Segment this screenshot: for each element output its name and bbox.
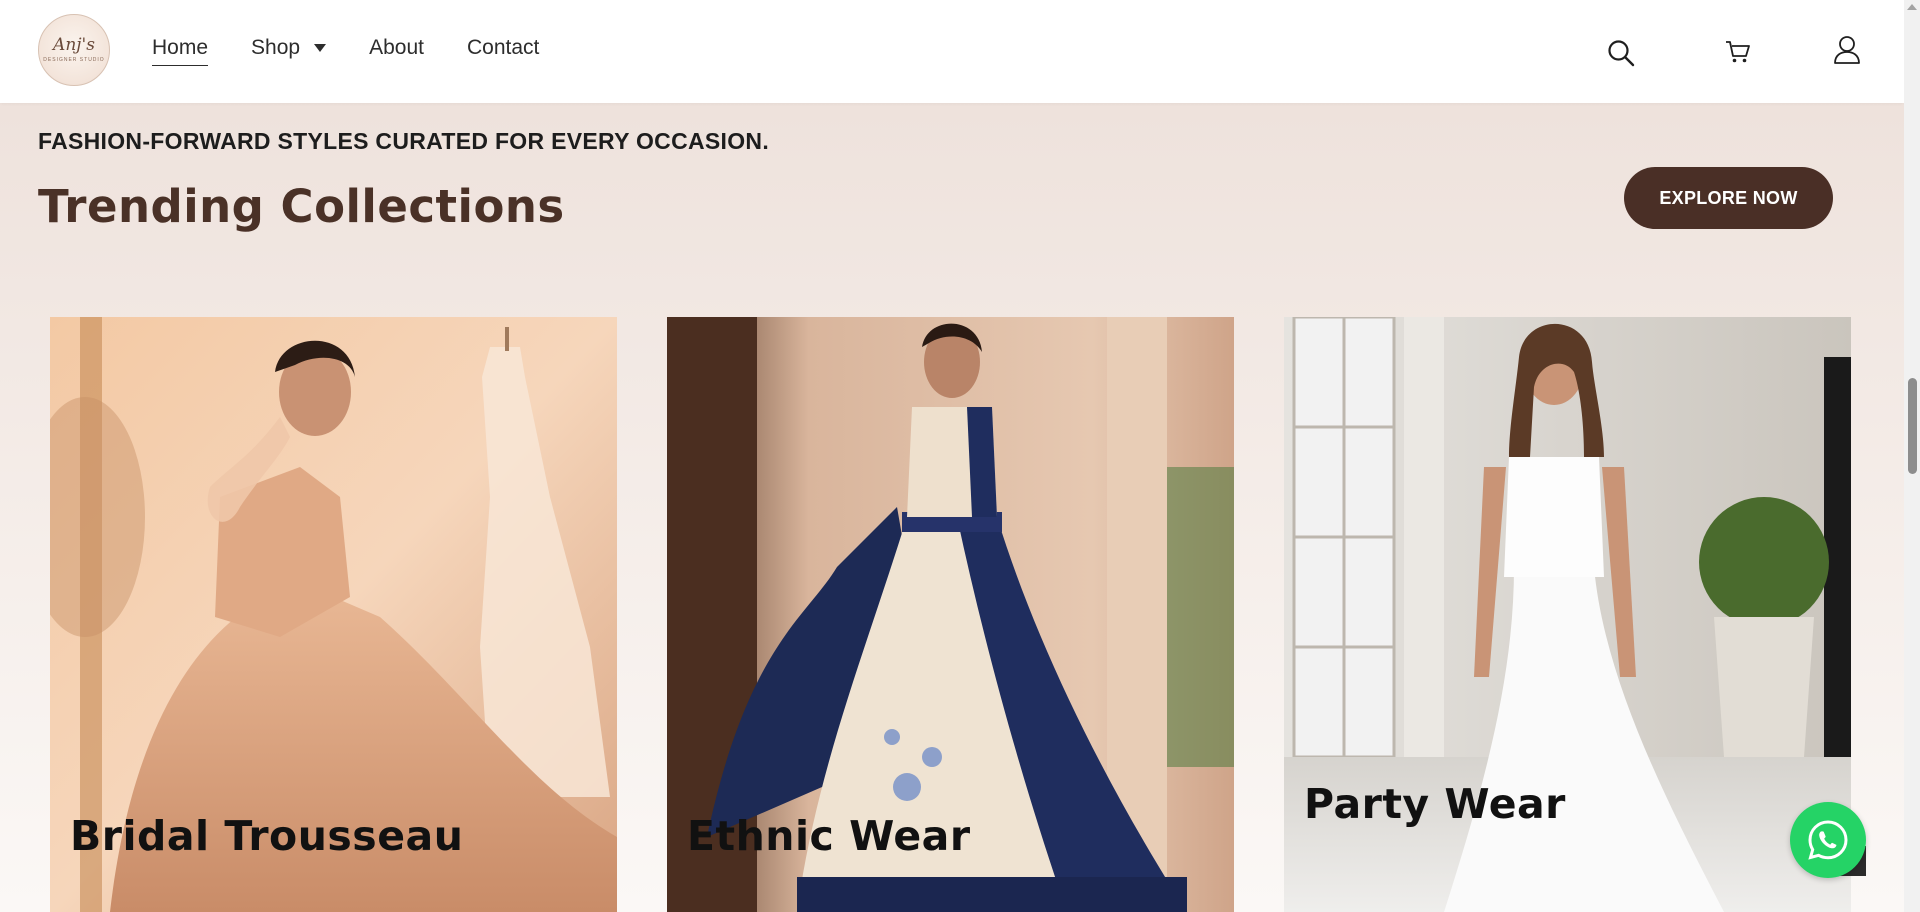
- caret-down-icon: [314, 44, 327, 52]
- logo-mark: Anj's: [53, 35, 95, 55]
- collection-card-party[interactable]: Party Wear: [1284, 317, 1851, 912]
- cart-icon[interactable]: [1724, 38, 1756, 70]
- brand-logo[interactable]: Anj's DESIGNER STUDIO: [38, 14, 110, 86]
- card-label-ethnic: Ethnic Wear: [687, 812, 971, 860]
- collection-card-bridal[interactable]: Bridal Trousseau: [50, 317, 617, 912]
- nav-shop[interactable]: Shop: [251, 36, 327, 66]
- logo-subtitle: DESIGNER STUDIO: [43, 57, 105, 63]
- explore-now-button[interactable]: EXPLORE NOW: [1624, 167, 1833, 229]
- whatsapp-icon[interactable]: [1790, 802, 1866, 878]
- scroll-up-arrow-icon[interactable]: [1907, 4, 1917, 10]
- user-icon[interactable]: [1832, 34, 1864, 66]
- nav-home[interactable]: Home: [152, 36, 209, 66]
- search-icon[interactable]: [1606, 38, 1638, 70]
- card-label-bridal: Bridal Trousseau: [70, 812, 464, 860]
- nav-shop-label: Shop: [251, 36, 301, 59]
- card-label-party: Party Wear: [1304, 780, 1566, 828]
- nav-about[interactable]: About: [369, 36, 424, 66]
- page-scrollbar[interactable]: [1904, 0, 1920, 912]
- collection-card-ethnic[interactable]: Ethnic Wear: [667, 317, 1234, 912]
- nav-contact[interactable]: Contact: [467, 36, 539, 66]
- site-header: Anj's DESIGNER STUDIO Home Shop About Co…: [0, 0, 1904, 103]
- section-tagline: FASHION-FORWARD STYLES CURATED FOR EVERY…: [38, 128, 770, 154]
- scrollbar-thumb[interactable]: [1908, 378, 1917, 474]
- main-nav: Home Shop About Contact: [152, 36, 582, 66]
- section-title: Trending Collections: [38, 180, 565, 233]
